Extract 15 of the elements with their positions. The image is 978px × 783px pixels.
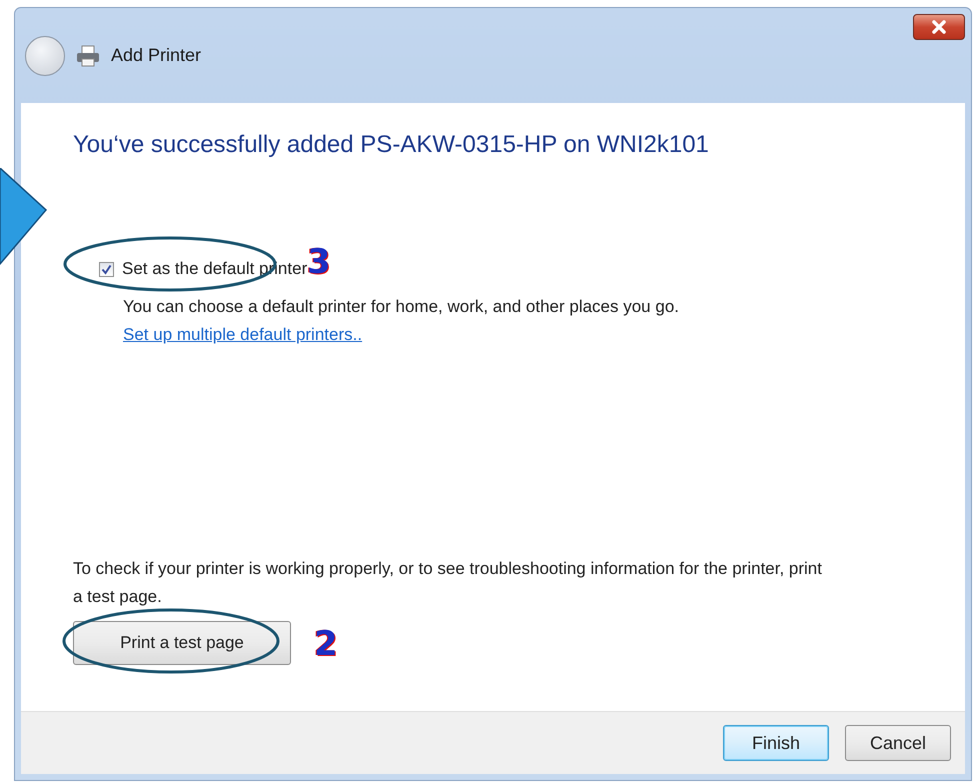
- default-printer-description: You can choose a default printer for home, work, and other places you go. Set up multiple default printers..: [123, 296, 680, 346]
- success-heading: You‘ve successfully added PS-AKW-0315-HP on WNI2k101: [73, 131, 710, 159]
- print-test-page-button[interactable]: Print a test page: [73, 621, 291, 665]
- close-button[interactable]: [913, 14, 965, 40]
- cancel-button[interactable]: Cancel: [845, 725, 951, 761]
- close-icon: [931, 20, 947, 34]
- test-page-info: To check if your printer is working properly, or to see troubleshooting information for the printer, print a test page.: [73, 558, 823, 608]
- multiple-printers-link[interactable]: Set up multiple default printers..: [123, 325, 362, 344]
- back-button[interactable]: [25, 36, 65, 76]
- finish-button[interactable]: Finish: [723, 725, 829, 761]
- step-number: 3: [307, 245, 331, 279]
- window-title: Add Printer: [111, 45, 202, 66]
- printer-icon: [75, 44, 101, 68]
- step-number: 2: [314, 627, 338, 661]
- default-printer-checkbox[interactable]: [99, 262, 114, 276]
